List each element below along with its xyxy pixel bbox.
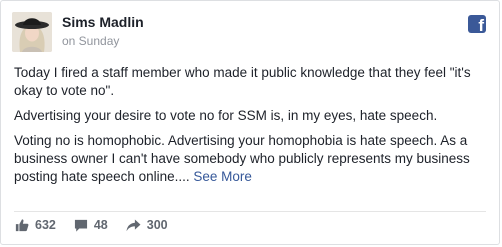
facebook-logo-icon[interactable]: f	[468, 15, 486, 35]
comment-bubble-icon	[74, 219, 87, 232]
shares-count: 300	[146, 218, 168, 232]
footer-divider	[14, 211, 486, 212]
avatar[interactable]	[12, 12, 52, 52]
thumbs-up-icon	[15, 219, 29, 232]
post-paragraph-3: Voting no is homophobic. Advertising you…	[14, 132, 492, 186]
post-paragraph-1: Today I fired a staff member who made it…	[14, 65, 471, 98]
comments-count: 48	[93, 218, 108, 232]
comments-stat[interactable]: 48	[74, 218, 108, 232]
post-body: Today I fired a staff member who made it…	[14, 64, 492, 193]
likes-stat[interactable]: 632	[15, 218, 56, 232]
facebook-logo-glyph: f	[478, 16, 484, 35]
see-more-link[interactable]: See More	[193, 169, 252, 184]
post-header: Sims Madlin on Sunday	[12, 12, 144, 52]
author-name[interactable]: Sims Madlin	[62, 13, 144, 31]
likes-count: 632	[35, 218, 56, 232]
engagement-bar: 632 48 300	[15, 218, 186, 232]
share-arrow-icon	[126, 218, 141, 231]
post-timestamp[interactable]: on Sunday	[62, 33, 144, 49]
post-paragraph-2: Advertising your desire to vote no for S…	[14, 108, 438, 123]
post-meta: Sims Madlin on Sunday	[62, 13, 144, 49]
post-card: Sims Madlin on Sunday f Today I fired a …	[0, 0, 500, 245]
shares-stat[interactable]: 300	[126, 218, 168, 232]
